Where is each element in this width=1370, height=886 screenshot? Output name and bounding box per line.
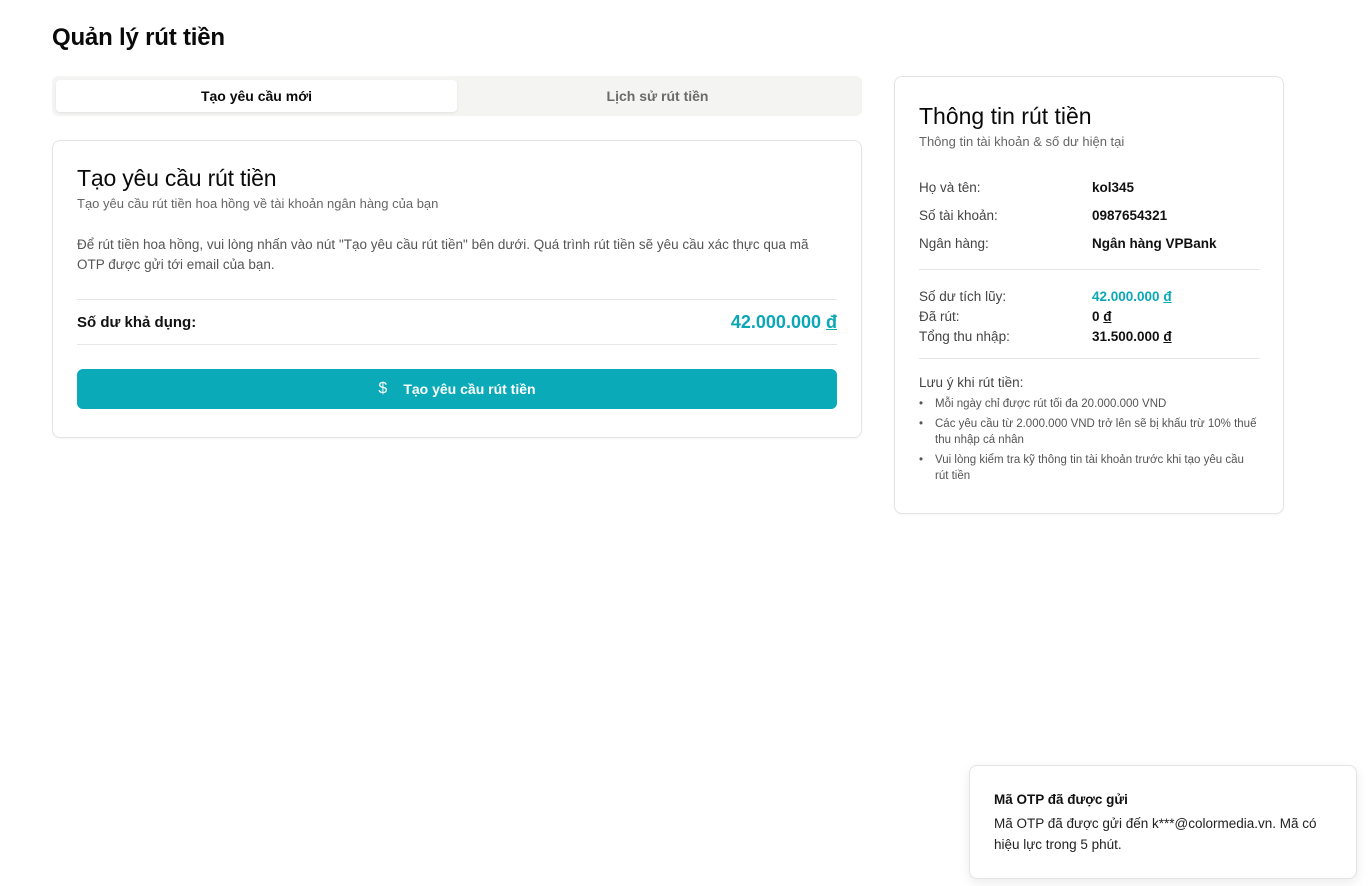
stat-value: 31.500.000 đ	[1092, 329, 1172, 344]
dollar-icon: $	[378, 380, 388, 397]
page-title: Quản lý rút tiền	[52, 24, 225, 51]
info-card-subtitle: Thông tin tài khoản & số dư hiện tại	[919, 134, 1125, 149]
toast-title: Mã OTP đã được gửi	[994, 792, 1128, 807]
instructions-text: Để rút tiền hoa hồng, vui lòng nhấn vào …	[77, 237, 809, 272]
currency-symbol: đ	[826, 311, 837, 332]
info-label: Họ và tên:	[919, 179, 981, 195]
info-value: 0987654321	[1092, 207, 1168, 223]
stat-value: 42.000.000 đ	[1092, 289, 1172, 304]
stat-row-withdrawn: Đã rút: 0 đ	[919, 306, 1259, 326]
create-withdraw-request-button[interactable]: $ Tạo yêu cầu rút tiền	[77, 369, 837, 409]
note-item: Vui lòng kiểm tra kỹ thông tin tài khoản…	[919, 452, 1259, 484]
account-info: Họ và tên: kol345 Số tài khoản: 09876543…	[919, 173, 1259, 257]
info-row-bank: Ngân hàng: Ngân hàng VPBank	[919, 229, 1259, 257]
info-value: kol345	[1092, 179, 1135, 195]
withdraw-info-card: Thông tin rút tiền Thông tin tài khoản &…	[894, 76, 1284, 514]
card-title: Tạo yêu cầu rút tiền	[77, 165, 277, 191]
stat-value: 0 đ	[1092, 309, 1112, 324]
tab-withdraw-history[interactable]: Lịch sử rút tiền	[457, 80, 858, 112]
tab-bar: Tạo yêu cầu mới Lịch sử rút tiền	[52, 76, 862, 116]
divider	[919, 358, 1259, 359]
currency-symbol: đ	[1103, 308, 1112, 324]
stat-amount: 42.000.000	[1092, 288, 1160, 304]
balance-stats: Số dư tích lũy: 42.000.000 đ Đã rút: 0 đ…	[919, 286, 1259, 346]
stat-amount: 31.500.000	[1092, 328, 1160, 344]
info-row-name: Họ và tên: kol345	[919, 173, 1259, 201]
stat-label: Đã rút:	[919, 308, 960, 324]
create-request-card: Tạo yêu cầu rút tiền Tạo yêu cầu rút tiề…	[52, 140, 862, 438]
available-balance-label: Số dư khả dụng:	[77, 313, 197, 331]
available-balance-amount: 42.000.000	[730, 311, 821, 332]
info-value: Ngân hàng VPBank	[1092, 235, 1217, 251]
info-row-account-number: Số tài khoản: 0987654321	[919, 201, 1259, 229]
info-label: Số tài khoản:	[919, 207, 998, 223]
notes-title: Lưu ý khi rút tiền:	[919, 375, 1024, 390]
available-balance-row: Số dư khả dụng: 42.000.000 đ	[77, 299, 837, 345]
card-subtitle: Tạo yêu cầu rút tiền hoa hồng về tài kho…	[77, 196, 439, 211]
stat-label: Tổng thu nhập:	[919, 328, 1010, 344]
otp-sent-toast[interactable]: Mã OTP đã được gửi Mã OTP đã được gửi đế…	[969, 765, 1357, 879]
stat-amount: 0	[1092, 308, 1100, 324]
tab-new-request[interactable]: Tạo yêu cầu mới	[56, 80, 457, 112]
notes-list: Mỗi ngày chỉ được rút tối đa 20.000.000 …	[919, 396, 1259, 484]
stat-label: Số dư tích lũy:	[919, 288, 1007, 304]
currency-symbol: đ	[1163, 288, 1172, 304]
currency-symbol: đ	[1163, 328, 1172, 344]
divider	[919, 269, 1259, 270]
note-item: Các yêu cầu từ 2.000.000 VND trở lên sẽ …	[919, 416, 1259, 448]
stat-row-total-income: Tổng thu nhập: 31.500.000 đ	[919, 326, 1259, 346]
toast-message: Mã OTP đã được gửi đến k***@colormedia.v…	[994, 816, 1317, 852]
note-item: Mỗi ngày chỉ được rút tối đa 20.000.000 …	[919, 396, 1259, 412]
info-label: Ngân hàng:	[919, 235, 989, 251]
available-balance-value: 42.000.000 đ	[731, 312, 837, 333]
stat-row-accumulated: Số dư tích lũy: 42.000.000 đ	[919, 286, 1259, 306]
info-card-title: Thông tin rút tiền	[919, 103, 1092, 129]
create-withdraw-request-label: Tạo yêu cầu rút tiền	[403, 381, 536, 397]
